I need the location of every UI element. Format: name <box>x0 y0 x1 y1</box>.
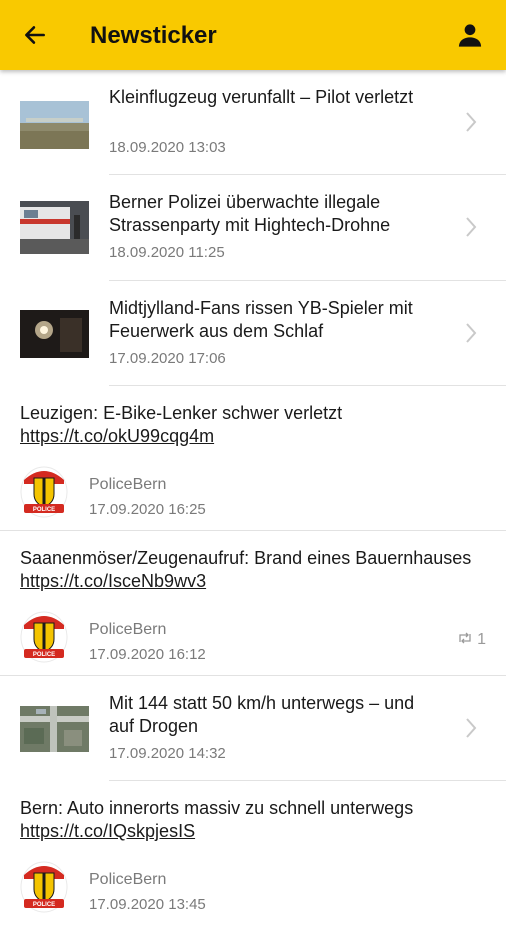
app-bar: Newsticker <box>0 0 506 70</box>
tweet-body: Leuzigen: E-Bike-Lenker schwer verletzt <box>20 403 343 423</box>
tweet-author: PoliceBern <box>89 476 167 493</box>
news-date: 18.09.2020 13:03 <box>109 139 226 156</box>
tweet-item[interactable]: Leuzigen: E-Bike-Lenker schwer verletzt … <box>0 386 506 531</box>
news-thumbnail <box>20 101 89 149</box>
news-date: 17.09.2020 17:06 <box>109 350 226 367</box>
tweet-date: 17.09.2020 16:25 <box>89 501 206 518</box>
chevron-right-icon <box>466 718 477 738</box>
news-headline: Kleinflugzeug verunfallt – Pilot verletz… <box>109 87 414 107</box>
news-item[interactable]: Midtjylland-Fans rissen YB-Spieler mit F… <box>0 281 506 386</box>
chevron-right-icon <box>466 323 477 343</box>
tweet-date: 17.09.2020 16:12 <box>89 646 206 663</box>
tweet-text: Bern: Auto innerorts massiv zu schnell u… <box>20 797 490 843</box>
news-thumbnail <box>20 310 89 358</box>
news-thumbnail <box>20 706 89 752</box>
police-logo-avatar: POLICE <box>20 466 68 518</box>
chevron-right-icon <box>466 112 477 132</box>
retweet-icon <box>458 632 471 644</box>
tweet-text: Leuzigen: E-Bike-Lenker schwer verletzt … <box>20 402 490 448</box>
retweet-count: 1 <box>477 631 486 648</box>
avatar-logo-text: POLICE <box>33 902 55 908</box>
person-icon[interactable] <box>456 21 484 49</box>
tweet-author: PoliceBern <box>89 871 167 888</box>
news-item[interactable]: Kleinflugzeug verunfallt – Pilot verletz… <box>0 70 506 175</box>
chevron-right-icon <box>466 217 477 237</box>
news-item[interactable]: Berner Polizei überwachte illegale Stras… <box>0 175 506 281</box>
news-feed: Kleinflugzeug verunfallt – Pilot verletz… <box>0 70 506 926</box>
tweet-body: Saanenmöser/Zeugenaufruf: Brand eines Ba… <box>20 548 472 568</box>
tweet-item[interactable]: Bern: Auto innerorts massiv zu schnell u… <box>0 781 506 926</box>
police-logo-avatar: POLICE <box>20 861 68 913</box>
tweet-body: Bern: Auto innerorts massiv zu schnell u… <box>20 798 414 818</box>
arrow-left-icon[interactable] <box>22 22 48 48</box>
avatar-logo-text: POLICE <box>33 507 55 513</box>
page-title: Newsticker <box>90 22 217 49</box>
tweet-item[interactable]: Saanenmöser/Zeugenaufruf: Brand eines Ba… <box>0 531 506 676</box>
tweet-link[interactable]: https://t.co/okU99cqg4m <box>20 426 214 446</box>
tweet-link[interactable]: https://t.co/IQskpjesIS <box>20 821 195 841</box>
retweet-counter[interactable]: 1 <box>457 631 486 649</box>
avatar-logo-text: POLICE <box>33 652 55 658</box>
news-date: 17.09.2020 14:32 <box>109 745 226 762</box>
tweet-link[interactable]: https://t.co/IsceNb9wv3 <box>20 571 206 591</box>
tweet-text: Saanenmöser/Zeugenaufruf: Brand eines Ba… <box>20 547 490 593</box>
news-headline: Mit 144 statt 50 km/h unterwegs – und au… <box>109 693 415 736</box>
news-thumbnail <box>20 201 89 254</box>
news-date: 18.09.2020 11:25 <box>109 244 225 261</box>
tweet-author: PoliceBern <box>89 621 167 638</box>
police-logo-avatar: POLICE <box>20 611 68 663</box>
news-item[interactable]: Mit 144 statt 50 km/h unterwegs – und au… <box>0 676 506 781</box>
tweet-date: 17.09.2020 13:45 <box>89 896 206 913</box>
news-headline: Midtjylland-Fans rissen YB-Spieler mit F… <box>109 298 413 341</box>
news-headline: Berner Polizei überwachte illegale Stras… <box>109 192 391 235</box>
